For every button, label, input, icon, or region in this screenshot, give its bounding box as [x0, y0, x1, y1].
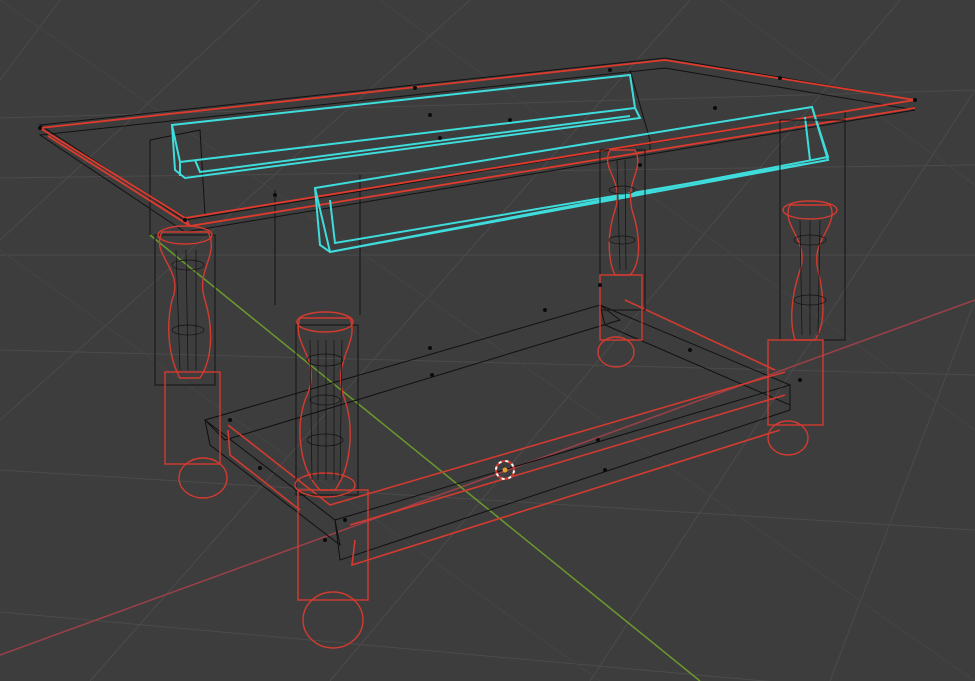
3d-viewport[interactable]: [0, 0, 975, 681]
